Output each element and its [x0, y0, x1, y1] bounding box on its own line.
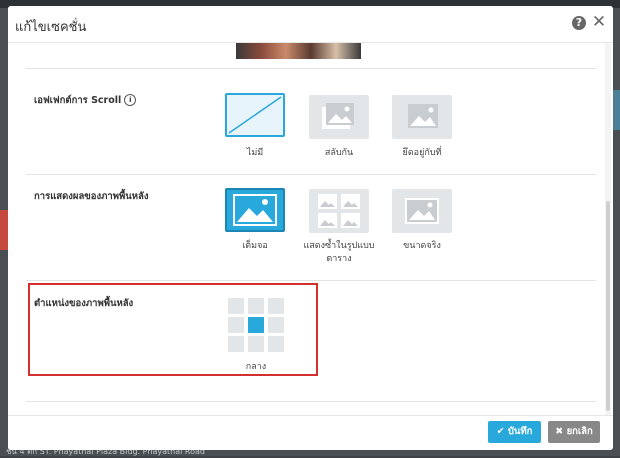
dialog-title: แก้ไขเซคชั่น — [15, 20, 87, 35]
position-bottom-right[interactable] — [268, 336, 284, 352]
fixed-image-icon — [408, 104, 438, 128]
backdrop-image-edge — [0, 210, 8, 250]
section-preview-image — [236, 43, 361, 59]
divider — [26, 174, 596, 175]
edit-section-dialog: แก้ไขเซคชั่น ? ✕ เอฟเฟกต์การ Scroll i ไม่… — [8, 6, 613, 450]
check-icon: ✔ — [496, 426, 505, 437]
position-top-center[interactable] — [248, 298, 264, 314]
dialog-header: แก้ไขเซคชั่น ? ✕ — [8, 6, 613, 43]
display-option-actual-size[interactable] — [392, 189, 452, 233]
divider — [26, 68, 596, 69]
scroll-option-fixed[interactable] — [392, 95, 452, 139]
scroll-option-label: ยึดอยู่กับที่ — [402, 148, 442, 158]
scroll-effect-label: เอฟเฟกต์การ Scroll i — [34, 93, 137, 108]
save-button-label: บันทึก — [507, 426, 533, 437]
parallax-image-icon — [322, 103, 354, 129]
cancel-button-label: ยกเลิก — [566, 426, 593, 437]
dialog-footer: ✔ บันทึก ✖ ยกเลิก — [8, 415, 613, 450]
x-icon: ✖ — [555, 426, 564, 437]
display-option-tiled[interactable] — [309, 189, 369, 233]
scroll-effect-label-text: เอฟเฟกต์การ Scroll — [34, 95, 122, 106]
position-bottom-center[interactable] — [248, 336, 264, 352]
close-icon[interactable]: ✕ — [591, 13, 607, 31]
display-option-label: เต็มจอ — [242, 241, 268, 251]
fullscreen-image-icon — [233, 194, 277, 226]
scroll-option-label: สลับกัน — [324, 148, 354, 158]
position-center[interactable] — [248, 317, 264, 333]
divider — [26, 280, 596, 281]
display-option-label: ขนาดจริง — [403, 241, 441, 251]
scroll-option-parallax[interactable] — [309, 95, 369, 139]
background-display-label: การแสดงผลของภาพพื้นหลัง — [34, 191, 149, 202]
position-top-left[interactable] — [228, 298, 244, 314]
none-diagonal-icon — [228, 96, 282, 134]
scroll-option-label: ไม่มี — [246, 148, 264, 158]
tiled-image-icon — [318, 194, 360, 228]
position-middle-right[interactable] — [268, 317, 284, 333]
cancel-button[interactable]: ✖ ยกเลิก — [548, 421, 600, 443]
position-middle-left[interactable] — [228, 317, 244, 333]
info-icon[interactable]: i — [124, 94, 137, 106]
backdrop-image-edge — [612, 90, 620, 130]
save-button[interactable]: ✔ บันทึก — [488, 421, 541, 443]
position-bottom-left[interactable] — [228, 336, 244, 352]
background-position-label: ตำแหน่งของภาพพื้นหลัง — [34, 298, 134, 309]
position-top-right[interactable] — [268, 298, 284, 314]
divider — [26, 401, 596, 402]
position-selected-label: กลาง — [245, 362, 267, 372]
display-option-fullscreen[interactable] — [225, 188, 285, 232]
display-option-label: แสดงซ้ำในรูปแบบตาราง — [303, 241, 375, 264]
dialog-body[interactable]: เอฟเฟกต์การ Scroll i ไม่มี สลับกัน ยึดอย… — [8, 43, 613, 415]
help-icon[interactable]: ? — [572, 16, 586, 30]
scrollbar-thumb[interactable] — [606, 201, 610, 411]
actual-size-image-icon — [405, 198, 439, 224]
scroll-option-none[interactable] — [225, 93, 285, 137]
